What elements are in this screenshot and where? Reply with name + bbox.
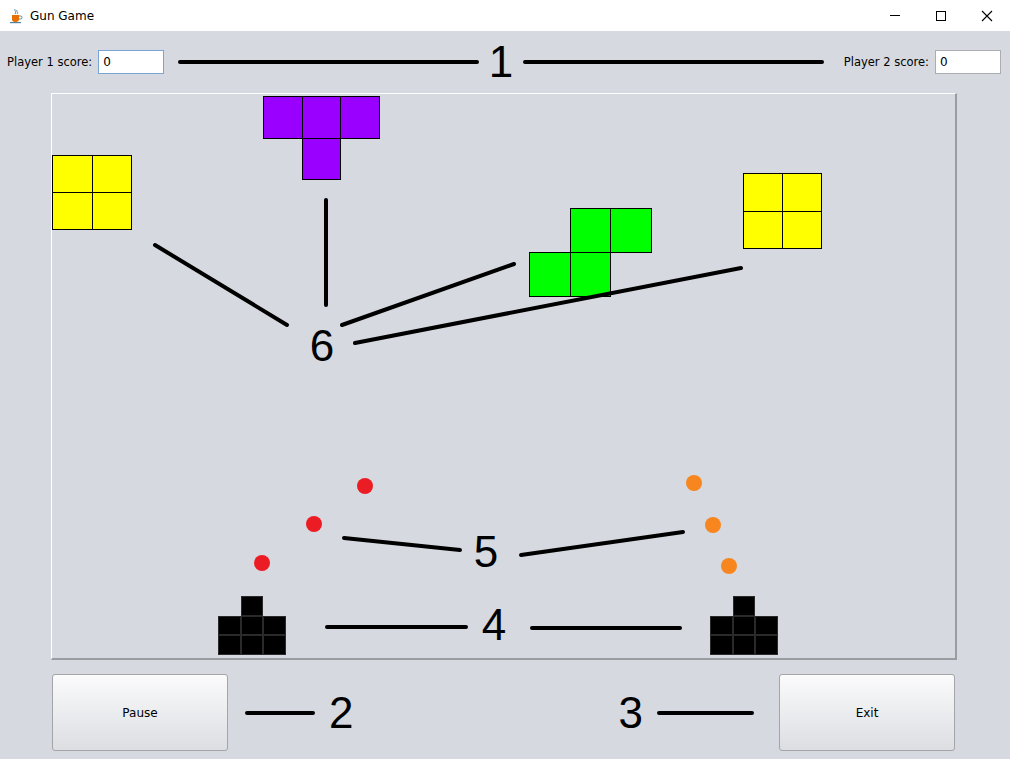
bullet	[306, 516, 322, 532]
tetromino-cell	[92, 192, 133, 230]
annotation-number: 2	[315, 691, 363, 735]
close-button[interactable]	[964, 0, 1010, 31]
annotation-lines	[52, 94, 955, 658]
annotation-number: 1	[479, 40, 523, 84]
cannon-block	[733, 635, 756, 655]
bullet	[705, 517, 721, 533]
tetromino-cell	[570, 252, 612, 297]
game-panel: 4 5 6	[51, 93, 957, 660]
score-label: Player 1 score:	[7, 55, 92, 69]
exit-button[interactable]: Exit	[779, 674, 955, 751]
maximize-button[interactable]	[918, 0, 964, 31]
tetromino-cell	[52, 155, 93, 193]
annotation-number: 6	[310, 324, 334, 368]
cannon-block	[710, 635, 733, 655]
annotation-1: 1	[178, 40, 824, 84]
cannon-block	[755, 635, 778, 655]
score-field[interactable]	[98, 50, 164, 74]
cannon-block	[755, 616, 778, 636]
maximize-icon	[935, 10, 947, 22]
bullet	[254, 555, 270, 571]
button-bar: Pause 2 3 Exit	[0, 674, 1010, 751]
tetromino-cell	[302, 96, 342, 139]
score-field[interactable]	[935, 50, 1001, 74]
cannon-block	[241, 635, 264, 655]
annotation-number: 5	[474, 530, 498, 574]
score-bar: Player 1 score: 1 Player 2 score:	[0, 31, 1010, 93]
annotation-line	[245, 711, 315, 715]
cannon-block	[710, 616, 733, 636]
minimize-button[interactable]	[872, 0, 918, 31]
cannon-block	[241, 616, 264, 636]
tetromino-cell	[782, 173, 822, 212]
tetromino-cell	[529, 252, 571, 297]
tetromino-cell	[263, 96, 303, 139]
tetromino-cell	[340, 96, 380, 139]
minimize-icon	[889, 10, 901, 22]
cannon-block	[218, 616, 241, 636]
tetromino-cell	[302, 138, 342, 181]
cannon-block	[263, 616, 286, 636]
tetromino-cell	[92, 155, 133, 193]
java-icon	[8, 8, 24, 24]
annotation-number: 4	[482, 603, 506, 647]
close-icon	[981, 10, 993, 22]
title-bar: Gun Game	[0, 0, 1010, 31]
annotation-line	[523, 60, 824, 64]
bullet	[357, 478, 373, 494]
bullet	[721, 558, 737, 574]
cannon-block	[263, 635, 286, 655]
tetromino-cell	[52, 192, 93, 230]
tetromino-cell	[570, 208, 612, 253]
tetromino-cell	[743, 211, 783, 250]
pause-button[interactable]: Pause	[52, 674, 228, 751]
tetromino-cell	[782, 211, 822, 250]
annotation-line	[178, 60, 479, 64]
cannon-block	[241, 596, 264, 616]
bullet	[686, 475, 702, 491]
cannon-block	[733, 596, 756, 616]
cannon-block	[218, 635, 241, 655]
window-title: Gun Game	[30, 9, 872, 23]
annotation-number: 3	[609, 691, 657, 735]
score-label: Player 2 score:	[844, 55, 929, 69]
annotation-line	[657, 711, 754, 715]
tetromino-cell	[743, 173, 783, 212]
game-area: 4 5 6	[0, 93, 1010, 660]
tetromino-cell	[610, 208, 652, 253]
cannon-block	[733, 616, 756, 636]
